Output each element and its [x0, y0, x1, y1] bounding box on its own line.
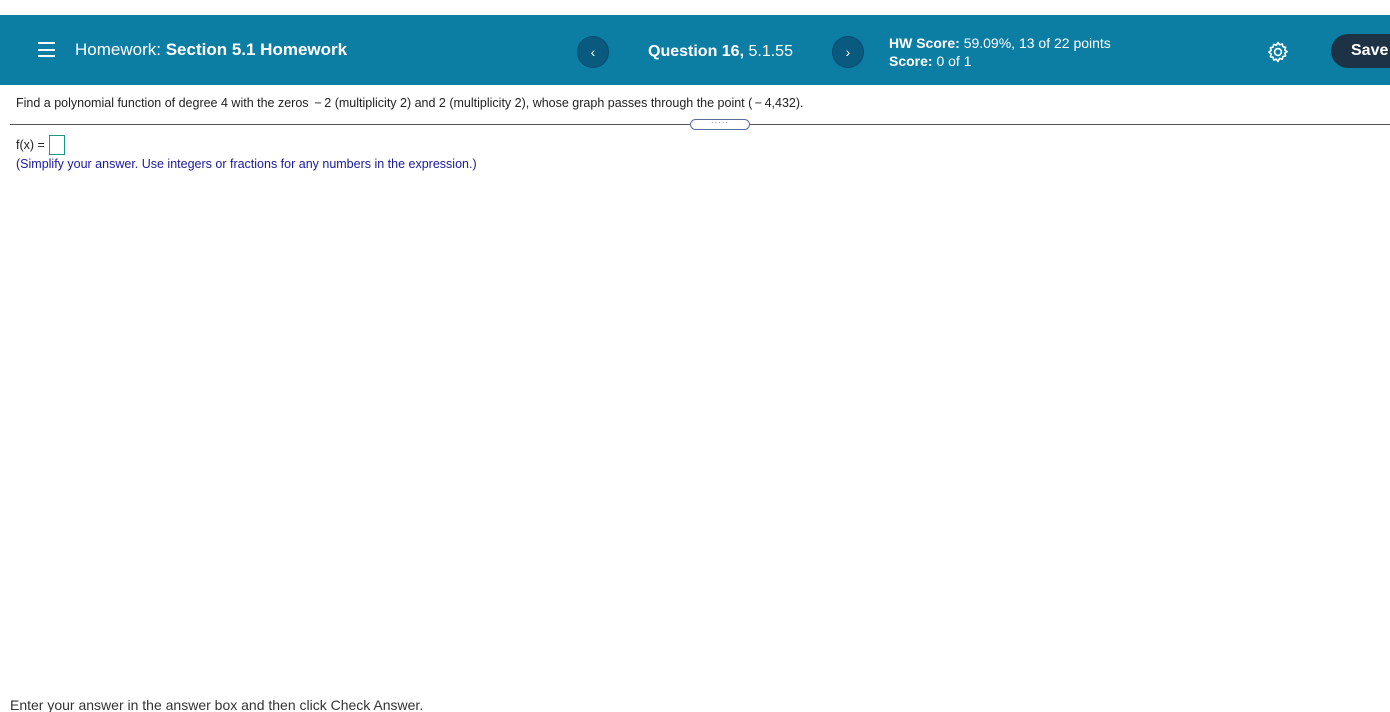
question-score: Score: 0 of 1 [889, 52, 1111, 70]
hw-score-value: 59.09%, 13 of 22 points [963, 35, 1111, 51]
save-button[interactable]: Save [1331, 34, 1390, 68]
chevron-right-icon: › [845, 44, 851, 60]
homework-name: Section 5.1 Homework [165, 40, 348, 59]
question-id: 5.1.55 [748, 43, 793, 60]
next-question-button[interactable]: › [832, 36, 864, 68]
question-text: Find a polynomial function of degree 4 w… [16, 96, 804, 110]
footer-instruction: Enter your answer in the answer box and … [10, 697, 424, 712]
homework-title: Homework: Section 5.1 Homework [75, 40, 347, 60]
question-indicator: Question 16, 5.1.55 [648, 43, 793, 61]
homework-prefix: Homework: [75, 40, 161, 59]
score-block: HW Score: 59.09%, 13 of 22 points Score:… [889, 34, 1111, 70]
score-label: Score: [889, 53, 933, 69]
answer-row: f(x) = [16, 135, 65, 155]
score-value: 0 of 1 [936, 53, 972, 69]
pane-splitter-handle[interactable]: ····· [690, 119, 750, 130]
question-prefix: Question 16, [648, 43, 745, 60]
menu-icon[interactable] [38, 42, 55, 57]
chevron-left-icon: ‹ [590, 44, 596, 60]
gear-icon[interactable] [1266, 40, 1290, 64]
hw-score-label: HW Score: [889, 35, 960, 51]
answer-label: f(x) = [16, 138, 45, 152]
answer-hint: (Simplify your answer. Use integers or f… [16, 157, 477, 171]
assignment-header: Homework: Section 5.1 Homework ‹ Questio… [0, 15, 1390, 85]
hw-score: HW Score: 59.09%, 13 of 22 points [889, 34, 1111, 52]
answer-input[interactable] [48, 135, 65, 155]
top-strip [0, 0, 1390, 15]
previous-question-button[interactable]: ‹ [577, 36, 609, 68]
